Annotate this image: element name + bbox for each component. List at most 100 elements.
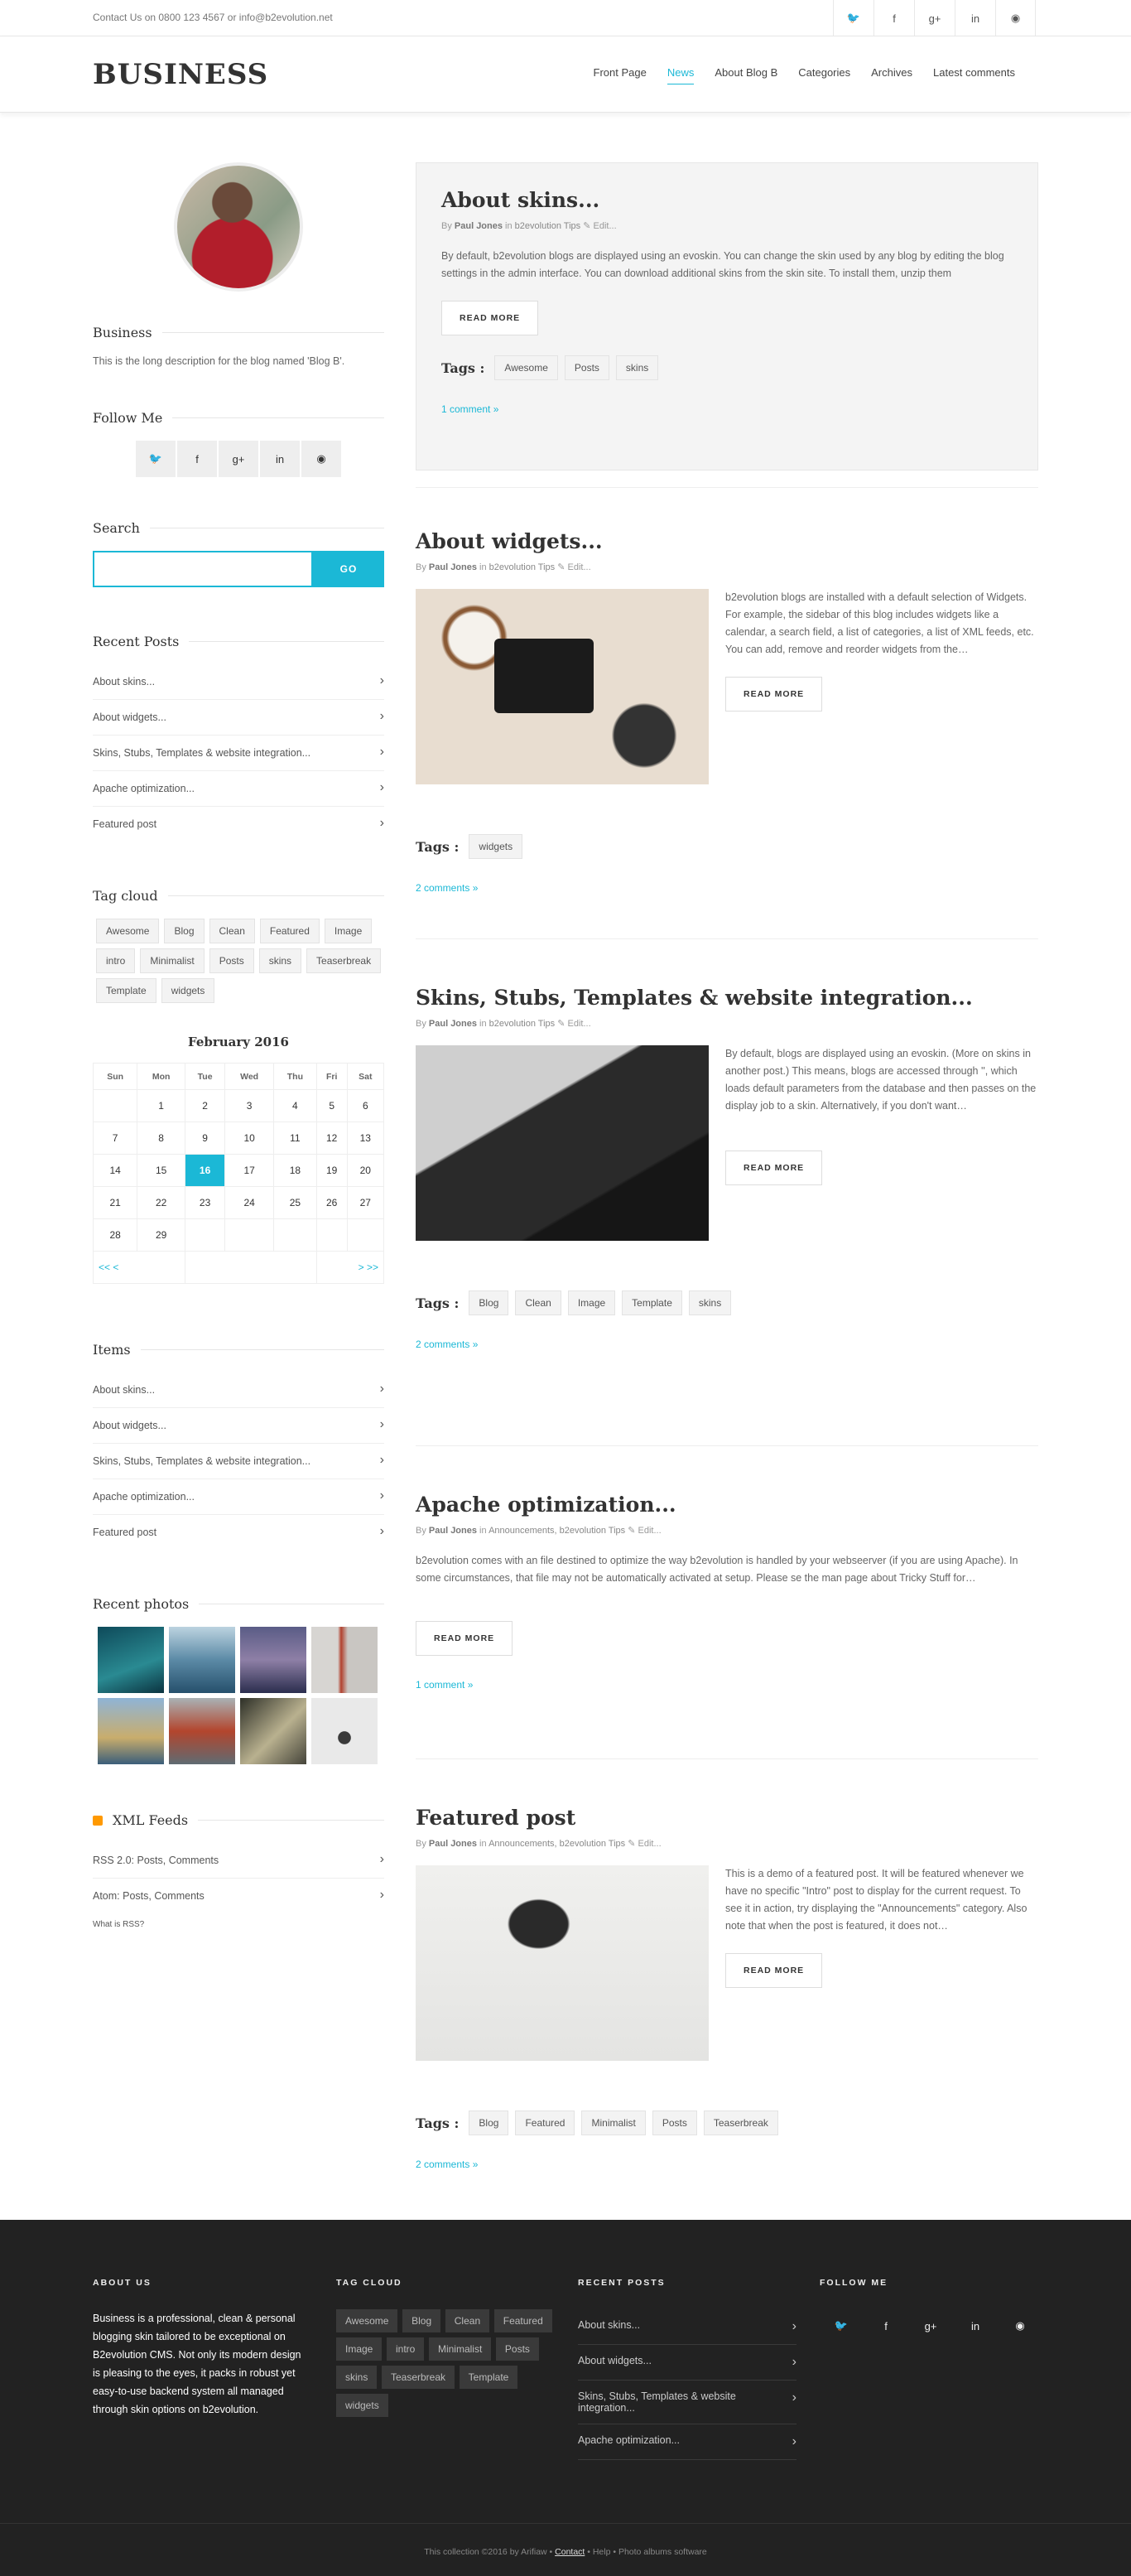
post-image[interactable] [416,1045,709,1241]
tag-link[interactable]: Minimalist [581,2110,646,2135]
tag-link[interactable]: Awesome [494,355,558,380]
photo-thumbnail[interactable] [98,1627,164,1693]
twitter-icon[interactable]: 🐦 [820,2309,863,2342]
post-title[interactable]: About widgets... [416,529,1038,553]
tag-link[interactable]: Featured [515,2110,575,2135]
post-title[interactable]: Featured post [416,1806,1038,1830]
linkedin-icon[interactable]: in [954,2309,997,2342]
googleplus-icon[interactable]: g+ [219,441,258,477]
tag-link[interactable]: Blog [164,919,205,943]
tag-link[interactable]: Posts [652,2110,697,2135]
list-item[interactable]: About skins... [578,2309,797,2345]
googleplus-icon[interactable]: g+ [909,2309,952,2342]
tag-link[interactable]: intro [96,948,136,973]
post-author[interactable]: Paul Jones [429,1839,477,1849]
twitter-icon[interactable]: 🐦 [833,0,874,36]
post-author[interactable]: Paul Jones [429,1019,477,1029]
tag-link[interactable]: Blog [469,2110,509,2135]
comments-link[interactable]: 2 comments » [416,1339,1038,1350]
facebook-icon[interactable]: f [874,0,914,36]
tag-link[interactable]: Posts [209,948,254,973]
tag-link[interactable]: Posts [495,2337,539,2361]
tag-link[interactable]: Minimalist [140,948,205,973]
post-author[interactable]: Paul Jones [455,221,503,231]
nav-front-page[interactable]: Front Page [594,66,647,84]
photo-thumbnail[interactable] [311,1627,378,1693]
list-item[interactable]: RSS 2.0: Posts, Comments [93,1843,384,1879]
edit-link[interactable]: Edit... [638,1839,662,1849]
edit-link[interactable]: Edit... [594,221,617,231]
tag-link[interactable]: Clean [445,2309,490,2332]
what-is-rss-link[interactable]: What is RSS? [93,1920,384,1929]
comments-link[interactable]: 1 comment » [441,403,1013,415]
calendar-next-links[interactable]: > >> [315,1251,385,1284]
tag-link[interactable]: Image [324,919,373,943]
software-link[interactable]: Photo albums software [618,2547,707,2557]
tag-link[interactable]: Teaserbreak [306,948,382,973]
list-item[interactable]: About widgets... [93,1408,384,1444]
nav-about-blog-b[interactable]: About Blog B [715,66,777,84]
search-input[interactable] [93,551,313,587]
read-more-button[interactable]: READ MORE [441,301,539,335]
list-item[interactable]: Apache optimization... [578,2424,797,2460]
post-image[interactable] [416,1865,709,2061]
linkedin-icon[interactable]: in [955,0,995,36]
tag-link[interactable]: widgets [161,978,215,1003]
tag-link[interactable]: Template [459,2366,518,2389]
tag-link[interactable]: skins [336,2366,378,2389]
tag-link[interactable]: skins [688,1290,732,1315]
edit-link[interactable]: Edit... [568,1019,591,1029]
tag-link[interactable]: Clean [515,1290,561,1315]
tag-link[interactable]: widgets [336,2394,388,2417]
read-more-button[interactable]: READ MORE [725,1953,823,1988]
calendar-prev-links[interactable]: << < [93,1251,185,1284]
post-author[interactable]: Paul Jones [429,562,477,572]
search-button[interactable]: GO [313,551,384,587]
comments-link[interactable]: 1 comment » [416,1679,1038,1691]
github-icon[interactable]: ◉ [301,441,341,477]
photo-thumbnail[interactable] [98,1698,164,1764]
tag-link[interactable]: Teaserbreak [703,2110,778,2135]
photo-thumbnail[interactable] [169,1698,235,1764]
tag-link[interactable]: Image [336,2337,383,2361]
site-brand[interactable]: BUSINESS [93,58,268,91]
comments-link[interactable]: 2 comments » [416,2159,1038,2170]
tag-link[interactable]: Minimalist [428,2337,492,2361]
facebook-icon[interactable]: f [177,441,217,477]
post-author[interactable]: Paul Jones [429,1526,477,1536]
post-category[interactable]: Announcements, b2evolution Tips [488,1839,625,1849]
photo-thumbnail[interactable] [240,1698,306,1764]
googleplus-icon[interactable]: g+ [914,0,955,36]
github-icon[interactable]: ◉ [995,0,1036,36]
list-item[interactable]: Skins, Stubs, Templates & website integr… [93,1444,384,1479]
edit-link[interactable]: Edit... [568,562,591,572]
tag-link[interactable]: Teaserbreak [381,2366,455,2389]
post-title[interactable]: Skins, Stubs, Templates & website integr… [416,986,1038,1010]
tag-link[interactable]: Posts [564,355,609,380]
post-image[interactable] [416,589,709,784]
list-item[interactable]: Skins, Stubs, Templates & website integr… [578,2381,797,2424]
tag-link[interactable]: Template [622,1290,682,1315]
tag-link[interactable]: Template [96,978,156,1003]
post-category[interactable]: b2evolution Tips [489,562,556,572]
nav-latest-comments[interactable]: Latest comments [933,66,1015,84]
list-item[interactable]: About skins... [93,1372,384,1408]
post-category[interactable]: b2evolution Tips [489,1019,556,1029]
read-more-button[interactable]: READ MORE [416,1621,513,1656]
tag-link[interactable]: Image [567,1290,616,1315]
nav-news[interactable]: News [667,66,695,84]
post-category[interactable]: b2evolution Tips [515,221,581,231]
facebook-icon[interactable]: f [864,2309,907,2342]
comments-link[interactable]: 2 comments » [416,882,1038,894]
photo-thumbnail[interactable] [240,1627,306,1693]
list-item[interactable]: About widgets... [578,2345,797,2381]
tag-link[interactable]: skins [258,948,302,973]
list-item[interactable]: Skins, Stubs, Templates & website integr… [93,736,384,771]
photo-thumbnail[interactable] [169,1627,235,1693]
linkedin-icon[interactable]: in [260,441,300,477]
tag-link[interactable]: Featured [493,2309,552,2332]
list-item[interactable]: Atom: Posts, Comments [93,1879,384,1913]
post-title[interactable]: Apache optimization... [416,1493,1038,1517]
edit-link[interactable]: Edit... [638,1526,662,1536]
list-item[interactable]: About widgets... [93,700,384,736]
